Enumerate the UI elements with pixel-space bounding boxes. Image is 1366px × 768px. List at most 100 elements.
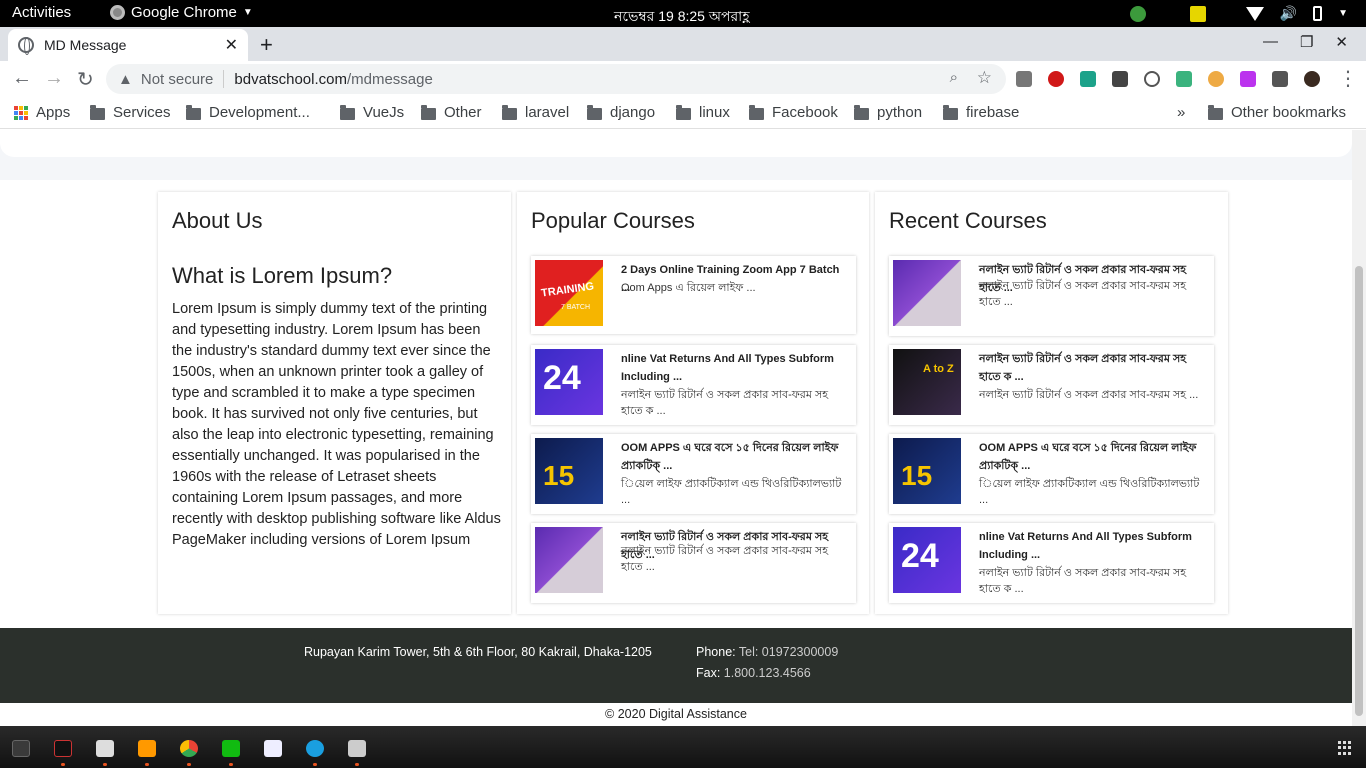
- bookmark-folder-services[interactable]: Services: [90, 104, 171, 121]
- course-item[interactable]: TRAINING 7 BATCH 2 Days Online Training …: [531, 256, 856, 334]
- terminal-app-icon[interactable]: [54, 740, 72, 757]
- course-item[interactable]: নলাইন ভ্যাট রিটার্ন ও সকল প্রকার সাব-ফরম…: [889, 256, 1214, 336]
- url-host[interactable]: bdvatschool.com: [234, 71, 347, 88]
- camera-icon[interactable]: [1016, 71, 1032, 87]
- update-icon[interactable]: [1129, 5, 1146, 22]
- avatar[interactable]: [1304, 71, 1320, 87]
- forward-arrow-icon[interactable]: →: [44, 67, 64, 90]
- menu-kebab-icon[interactable]: ⋮: [1338, 66, 1358, 91]
- skype-icon[interactable]: [306, 740, 324, 757]
- bookmark-label: python: [877, 104, 923, 121]
- chevron-down-icon[interactable]: ▼: [1338, 8, 1348, 19]
- reload-icon[interactable]: ↻: [77, 67, 94, 92]
- scrollbar-thumb[interactable]: [1355, 266, 1363, 716]
- bookmark-folder-linux[interactable]: linux: [676, 104, 730, 121]
- thumbnail-text: A to Z: [923, 363, 954, 375]
- page-scrollbar[interactable]: [1352, 130, 1366, 726]
- warning-icon[interactable]: ▲: [118, 71, 133, 88]
- bookmark-folder-django[interactable]: django: [587, 104, 655, 121]
- course-description: Oom Apps এ রিয়েল লাইফ ...: [621, 282, 756, 294]
- sublime-text-icon[interactable]: [138, 740, 156, 757]
- puzzle-icon[interactable]: [1272, 71, 1288, 87]
- pycharm-icon[interactable]: [222, 740, 240, 757]
- course-thumbnail[interactable]: A to Z: [893, 349, 961, 415]
- course-title[interactable]: OOM APPS এ ঘরে বসে ১৫ দিনের রিয়েল লাইফ …: [979, 439, 1207, 475]
- course-title[interactable]: OOM APPS এ ঘরে বসে ১৫ দিনের রিয়েল লাইফ …: [621, 439, 849, 475]
- bookmark-label: Other bookmarks: [1231, 104, 1347, 121]
- restore-icon[interactable]: ❐: [1300, 33, 1313, 51]
- not-secure-label[interactable]: Not secure: [141, 71, 214, 88]
- folder-icon: [943, 104, 958, 120]
- running-indicator: [313, 763, 317, 766]
- bookmark-folder-vuejs[interactable]: VueJs: [340, 104, 404, 121]
- course-thumbnail[interactable]: 24: [893, 527, 961, 593]
- bookmark-label: Services: [113, 104, 171, 121]
- tab-md-message[interactable]: MD Message ✕: [8, 29, 248, 61]
- notes-icon[interactable]: [1189, 5, 1206, 22]
- course-title[interactable]: nline Vat Returns And All Types Subform …: [979, 528, 1207, 564]
- course-title[interactable]: nline Vat Returns And All Types Subform …: [621, 350, 849, 386]
- tab-title: MD Message: [44, 37, 127, 53]
- clock[interactable]: নভেম্বর 19 8:25 অপরাহ্ণ: [614, 5, 750, 29]
- about-heading: About Us: [172, 208, 263, 233]
- email-extension-icon[interactable]: [1080, 71, 1096, 87]
- course-thumbnail[interactable]: TRAINING 7 BATCH: [535, 260, 603, 326]
- url-path[interactable]: /mdmessage: [347, 71, 433, 88]
- bookmarks-overflow-button[interactable]: »: [1177, 104, 1185, 121]
- adblock-icon[interactable]: [1048, 71, 1064, 87]
- bookmark-folder-laravel[interactable]: laravel: [502, 104, 569, 121]
- course-item[interactable]: নলাইন ভ্যাট রিটার্ন ও সকল প্রকার সাব-ফরম…: [531, 523, 856, 603]
- course-item[interactable]: A to Z নলাইন ভ্যাট রিটার্ন ও সকল প্রকার …: [889, 345, 1214, 425]
- minimize-icon[interactable]: —: [1263, 33, 1278, 51]
- course-thumbnail[interactable]: [893, 260, 961, 326]
- back-arrow-icon[interactable]: ←: [12, 67, 32, 90]
- course-description: িয়েল লাইফ প্র্যাকটিক্যাল এন্ড থিওরিটিক্…: [979, 478, 1200, 506]
- course-item[interactable]: 15 OOM APPS এ ঘরে বসে ১৫ দিনের রিয়েল লা…: [531, 434, 856, 514]
- folder-icon: [854, 104, 869, 120]
- image-viewer-icon[interactable]: [348, 740, 366, 757]
- battery-icon[interactable]: [1313, 6, 1323, 21]
- course-item[interactable]: 24 nline Vat Returns And All Types Subfo…: [889, 523, 1214, 603]
- terminal-icon[interactable]: [12, 740, 30, 757]
- activities-button[interactable]: Activities: [12, 4, 71, 21]
- web-page: About Us What is Lorem Ipsum? Lorem Ipsu…: [0, 130, 1352, 726]
- course-title[interactable]: নলাইন ভ্যাট রিটার্ন ও সকল প্রকার সাব-ফরম…: [979, 350, 1207, 386]
- system-tray[interactable]: 🔊 ▼: [1129, 5, 1348, 22]
- bookmark-folder-python[interactable]: python: [854, 104, 922, 121]
- app-menu[interactable]: Google Chrome ▼: [110, 4, 253, 21]
- color-picker-icon[interactable]: [1208, 71, 1224, 87]
- extension-icon[interactable]: [1144, 71, 1160, 87]
- new-tab-button[interactable]: +: [260, 32, 273, 58]
- show-applications-icon[interactable]: [1338, 741, 1352, 755]
- move-icon[interactable]: [1112, 71, 1128, 87]
- bookmark-folder-firebase[interactable]: firebase: [943, 104, 1019, 121]
- vue-devtools-icon[interactable]: [1176, 71, 1192, 87]
- popular-courses-card: Popular Courses TRAINING 7 BATCH 2 Days …: [517, 192, 869, 614]
- bookmark-folder-other-bookmarks[interactable]: Other bookmarks: [1208, 104, 1346, 121]
- folder-icon: [340, 104, 355, 120]
- bookmark-folder-facebook[interactable]: Facebook: [749, 104, 838, 121]
- pen-icon[interactable]: [1240, 71, 1256, 87]
- course-thumbnail[interactable]: 24: [535, 349, 603, 415]
- course-item[interactable]: 15 OOM APPS এ ঘরে বসে ১৫ দিনের রিয়েল লা…: [889, 434, 1214, 514]
- bookmark-folder-other[interactable]: Other: [421, 104, 482, 121]
- bookmark-folder-development[interactable]: Development...: [186, 104, 310, 121]
- course-thumbnail[interactable]: 15: [893, 438, 961, 504]
- wifi-icon[interactable]: [1245, 6, 1264, 21]
- phone-number[interactable]: Tel: 01972300009: [739, 645, 838, 659]
- course-thumbnail[interactable]: 15: [535, 438, 603, 504]
- course-thumbnail[interactable]: [535, 527, 603, 593]
- chrome-icon[interactable]: [180, 740, 198, 757]
- close-window-icon[interactable]: ✕: [1335, 33, 1348, 51]
- star-icon[interactable]: ☆: [977, 68, 992, 88]
- volume-icon[interactable]: 🔊: [1280, 5, 1297, 22]
- address-bar[interactable]: ▲ Not secure bdvatschool.com /mdmessage …: [106, 64, 1006, 94]
- course-item[interactable]: 24 nline Vat Returns And All Types Subfo…: [531, 345, 856, 425]
- zoom-icon[interactable]: ⌕: [950, 69, 958, 86]
- bookmark-label: Apps: [36, 104, 71, 121]
- footer-fax: Fax: 1.800.123.4566: [696, 666, 811, 680]
- text-editor-icon[interactable]: [264, 740, 282, 757]
- close-icon[interactable]: ✕: [225, 35, 238, 55]
- bookmark-apps[interactable]: Apps: [14, 104, 70, 121]
- files-icon[interactable]: [96, 740, 114, 757]
